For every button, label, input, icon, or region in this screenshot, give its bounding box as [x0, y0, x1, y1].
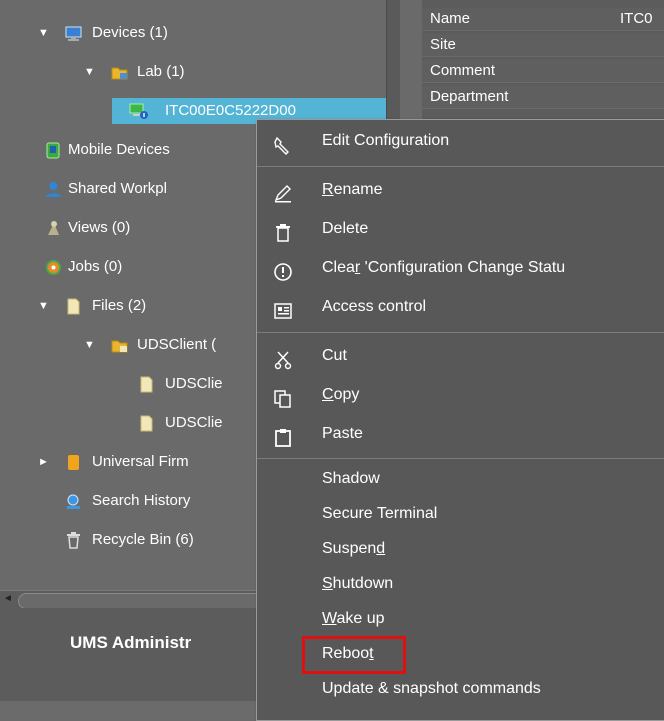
paste-icon	[273, 425, 293, 447]
property-value: ITC0	[620, 10, 653, 27]
menu-item-access-control[interactable]: Access control	[257, 288, 664, 326]
menu-item-label: Wake up	[322, 610, 385, 627]
tree-item-label: Recycle Bin (6)	[92, 531, 194, 548]
menu-item-label: Update & snapshot commands	[322, 680, 541, 697]
tree-item-label: UDSClie	[165, 414, 223, 431]
expand-arrow-icon[interactable]: ▼	[38, 292, 50, 320]
firmware-icon	[65, 453, 82, 470]
views-icon	[45, 219, 62, 236]
jobs-icon	[45, 258, 62, 275]
copy-icon	[273, 386, 293, 408]
tree-item-label: Lab (1)	[137, 63, 185, 80]
pencil-icon	[273, 181, 293, 203]
scroll-left-icon[interactable]: ◄	[3, 593, 13, 604]
trash-icon	[273, 220, 293, 242]
menu-item-label: Clear 'Configuration Change Statu	[322, 259, 566, 276]
menu-item-rename[interactable]: Rename	[257, 171, 664, 209]
menu-item-label: Cut	[322, 347, 347, 364]
tree-item-label: Universal Firm	[92, 453, 189, 470]
menu-item-reboot[interactable]: Reboot	[257, 635, 664, 673]
monitor-icon	[65, 24, 82, 41]
menu-item-update-snapshot-commands[interactable]: Update & snapshot commands	[257, 670, 664, 708]
tree-item-label: Files (2)	[92, 297, 147, 314]
tree-item-label: Devices (1)	[92, 24, 168, 41]
expand-arrow-icon[interactable]: ▼	[84, 58, 96, 86]
wrench-icon	[273, 132, 293, 155]
tree-item-label: UDSClie	[165, 375, 223, 392]
menu-separator	[257, 166, 664, 167]
folder-icon	[111, 336, 128, 353]
menu-item-label: Rename	[322, 181, 383, 198]
user-icon	[45, 180, 62, 197]
property-key: Site	[430, 36, 456, 53]
trash-icon	[65, 531, 82, 549]
exclamation-icon	[273, 259, 293, 281]
collapse-arrow-icon[interactable]: ►	[38, 448, 50, 476]
tree-item-label: Views (0)	[68, 219, 131, 236]
access-control-icon	[273, 298, 293, 319]
file-icon	[138, 375, 155, 393]
file-icon	[138, 414, 155, 432]
menu-item-label: Copy	[322, 386, 360, 403]
context-menu: Edit Configuration Rename Delete Clear '…	[256, 119, 664, 721]
file-icon	[65, 297, 82, 315]
tree-item-label: Search History	[92, 492, 191, 509]
menu-item-secure-terminal[interactable]: Secure Terminal	[257, 495, 664, 533]
properties-panel: Name ITC0 Site Comment Department	[422, 0, 664, 120]
menu-item-wake-up[interactable]: Wake up	[257, 600, 664, 638]
menu-item-label: Shutdown	[322, 575, 394, 592]
expand-arrow-icon[interactable]: ▼	[38, 19, 50, 47]
menu-item-label: Paste	[322, 425, 363, 442]
folder-icon	[111, 63, 128, 80]
property-key: Name	[430, 10, 471, 27]
scrollbar-thumb[interactable]	[18, 593, 270, 609]
menu-item-label: Delete	[322, 220, 369, 237]
menu-item-paste[interactable]: Paste	[257, 415, 664, 453]
menu-item-shutdown[interactable]: Shutdown	[257, 565, 664, 603]
tree-item-label: Jobs (0)	[68, 258, 123, 275]
menu-separator	[257, 332, 664, 333]
menu-item-label: Shadow	[322, 470, 380, 487]
menu-item-cut[interactable]: Cut	[257, 337, 664, 375]
search-icon	[65, 492, 82, 509]
property-row-site: Site	[422, 34, 664, 57]
menu-item-label: Edit Configuration	[322, 132, 450, 149]
scissors-icon	[273, 347, 293, 370]
menu-item-edit-configuration[interactable]: Edit Configuration	[257, 122, 664, 160]
menu-item-label: Reboot	[322, 645, 374, 662]
menu-item-delete[interactable]: Delete	[257, 210, 664, 248]
tree-item-label: Mobile Devices	[68, 141, 170, 158]
menu-separator	[257, 458, 664, 459]
device-icon	[129, 102, 148, 119]
menu-item-clear-config-change-status[interactable]: Clear 'Configuration Change Statu	[257, 249, 664, 287]
property-key: Department	[430, 88, 509, 105]
property-row-department: Department	[422, 86, 664, 109]
property-row-comment: Comment	[422, 60, 664, 83]
menu-item-shadow[interactable]: Shadow	[257, 460, 664, 498]
property-key: Comment	[430, 62, 496, 79]
menu-item-label: Access control	[322, 298, 427, 315]
expand-arrow-icon[interactable]: ▼	[84, 331, 96, 359]
footer-title: UMS Administr	[70, 633, 192, 652]
tree-item-label: Shared Workpl	[68, 180, 167, 197]
menu-item-copy[interactable]: Copy	[257, 376, 664, 414]
menu-item-label: Suspend	[322, 540, 386, 557]
menu-item-label: Secure Terminal	[322, 505, 438, 522]
property-row-name: Name ITC0	[422, 8, 664, 31]
mobile-devices-icon	[45, 141, 62, 159]
tree-item-label: UDSClient (	[137, 336, 217, 353]
menu-item-suspend[interactable]: Suspend	[257, 530, 664, 568]
